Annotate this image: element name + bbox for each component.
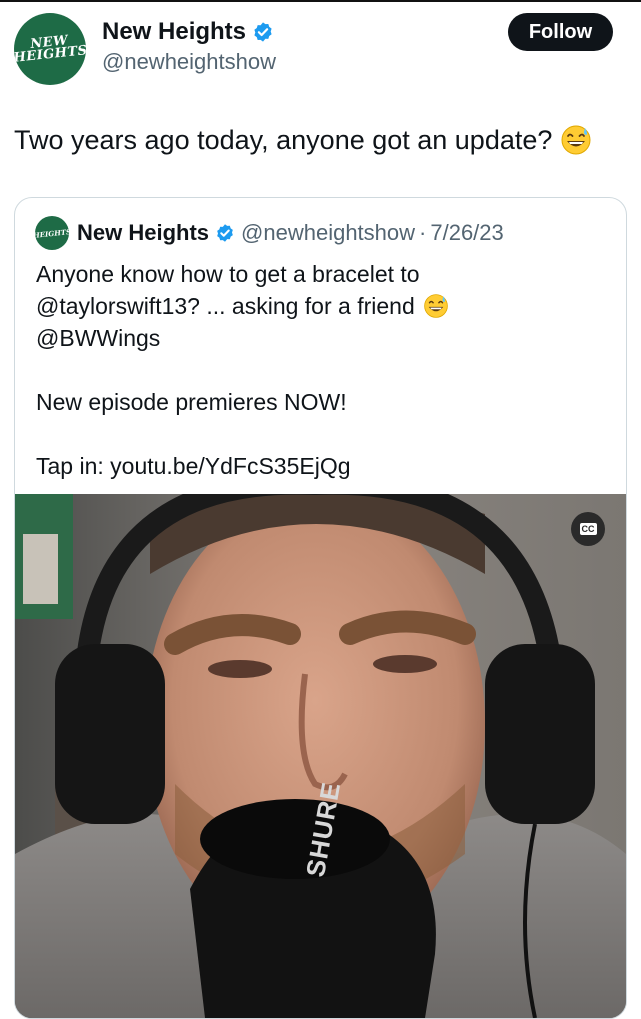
grinning-sweat-emoji-icon <box>561 125 591 155</box>
closed-captions-button[interactable]: CC <box>571 512 605 546</box>
separator-dot: · <box>419 220 427 245</box>
quoted-avatar-logo: HEIGHTS <box>35 226 69 240</box>
author-name-row: New Heights <box>102 18 274 46</box>
quoted-author-avatar: HEIGHTS <box>35 216 69 250</box>
quoted-line-link: Tap in: youtu.be/YdFcS35EjQg <box>36 453 351 479</box>
video-player[interactable]: SHURE CC <box>15 494 626 1018</box>
quoted-author-handle: @newheightshow <box>241 220 416 245</box>
post-text-content: Two years ago today, anyone got an updat… <box>14 124 553 155</box>
cc-icon: CC <box>579 523 597 535</box>
quoted-line-1: Anyone know how to get a bracelet to <box>36 261 420 287</box>
author-handle[interactable]: @newheightshow <box>102 49 276 75</box>
quoted-line-2-text: @taylorswift13? ... asking for a friend <box>36 293 415 319</box>
video-frame <box>15 494 626 1018</box>
quoted-line-2: @taylorswift13? ... asking for a friend <box>36 290 606 322</box>
grinning-sweat-emoji-icon <box>423 294 448 318</box>
quoted-tweet-body: Anyone know how to get a bracelet to @ta… <box>36 258 606 482</box>
quoted-line-3: @BWWings <box>36 325 161 351</box>
follow-button[interactable]: Follow <box>508 13 613 51</box>
quoted-line-episode: New episode premieres NOW! <box>36 389 347 415</box>
author-name[interactable]: New Heights <box>102 18 246 46</box>
avatar-logo: NEW HEIGHTS <box>14 13 86 85</box>
top-divider <box>0 0 641 2</box>
author-avatar[interactable]: NEW HEIGHTS <box>14 13 86 85</box>
quoted-tweet-header: HEIGHTS New Heights @newheightshow · 7/2… <box>35 216 504 250</box>
avatar-logo-line2: HEIGHTS <box>14 43 86 66</box>
post-text: Two years ago today, anyone got an updat… <box>14 124 592 156</box>
quoted-tweet-date: 7/26/23 <box>430 220 504 245</box>
verified-badge-icon <box>217 224 233 242</box>
quoted-tweet-card[interactable]: HEIGHTS New Heights @newheightshow · 7/2… <box>14 197 627 1019</box>
verified-badge-icon <box>254 22 272 42</box>
quoted-author-name: New Heights <box>77 220 210 245</box>
